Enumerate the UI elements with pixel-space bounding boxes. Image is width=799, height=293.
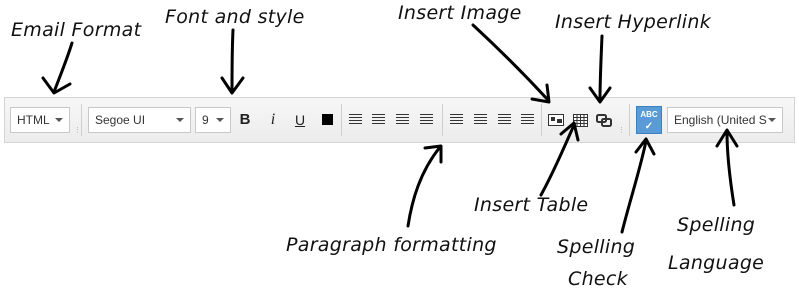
separator: [442, 104, 443, 136]
spelling-language-dropdown[interactable]: English (United S: [667, 107, 783, 133]
chevron-down-icon: [768, 118, 776, 122]
separator: [541, 104, 542, 136]
font-family-dropdown[interactable]: Segoe UI: [88, 107, 191, 133]
arrowhead-icon: [41, 76, 72, 95]
annotation-insert-hyperlink: Insert Hyperlink: [555, 11, 712, 33]
separator: [81, 104, 82, 136]
insert-hyperlink-button[interactable]: [592, 107, 616, 133]
annotation-font-and-style: Font and style: [165, 6, 305, 28]
spell-check-button[interactable]: ABC ✓: [636, 106, 662, 134]
bullet-list-button[interactable]: [367, 107, 391, 133]
grip-icon: ⋮: [74, 127, 81, 134]
bullet-list-icon: [372, 114, 385, 125]
insert-table-button[interactable]: [568, 107, 592, 133]
separator: [629, 104, 630, 136]
indent-icon: [396, 114, 409, 125]
annotation-email-format: Email Format: [11, 19, 142, 41]
annotation-insert-image: Insert Image: [398, 2, 522, 24]
insert-image-icon: [548, 114, 564, 126]
arrow-email-format: [52, 41, 74, 94]
insert-hyperlink-icon: [596, 114, 612, 127]
arrowhead-icon: [220, 76, 245, 95]
align-right-icon: [498, 114, 511, 125]
annotation-paragraph-formatting: Paragraph formatting: [286, 234, 497, 256]
align-left-icon: [450, 114, 463, 125]
text-color-button[interactable]: [315, 107, 339, 133]
grip-icon: ⋮: [618, 127, 625, 134]
separator: [341, 104, 342, 136]
arrowhead-icon: [423, 144, 443, 164]
annotation-spelling-language-line2: Language: [668, 252, 765, 274]
spelling-language-value: English (United S: [674, 113, 767, 127]
outdent-button[interactable]: [415, 107, 439, 133]
annotation-spelling-language-line1: Spelling: [677, 214, 756, 236]
spell-check-label: ABC: [640, 110, 658, 119]
italic-button[interactable]: i: [261, 107, 285, 133]
font-family-value: Segoe UI: [95, 113, 146, 127]
numbered-list-button[interactable]: [344, 107, 368, 133]
align-center-icon: [474, 114, 487, 125]
numbered-list-icon: [349, 114, 362, 125]
align-center-button[interactable]: [469, 107, 493, 133]
chevron-down-icon: [176, 118, 184, 122]
bold-button[interactable]: B: [233, 107, 257, 133]
arrow-insert-image: [471, 23, 550, 102]
insert-table-icon: [572, 114, 588, 127]
font-size-value: 9: [202, 113, 209, 127]
annotation-spelling-check-line1: Spelling: [557, 236, 636, 258]
align-right-button[interactable]: [493, 107, 517, 133]
indent-button[interactable]: [391, 107, 415, 133]
font-size-dropdown[interactable]: 9: [195, 107, 231, 133]
underline-button[interactable]: U: [288, 107, 312, 133]
annotation-spelling-check-line2: Check: [568, 268, 628, 290]
chevron-down-icon: [55, 118, 63, 122]
insert-image-button[interactable]: [544, 107, 568, 133]
email-format-dropdown[interactable]: HTML: [10, 107, 70, 133]
spell-check-icon: ✓: [644, 121, 654, 132]
annotation-insert-table: Insert Table: [474, 194, 589, 216]
email-format-value: HTML: [17, 113, 50, 127]
arrow-paragraph-formatting: [406, 145, 442, 228]
arrow-font-and-style: [230, 28, 235, 94]
chevron-down-icon: [216, 118, 224, 122]
text-color-swatch: [321, 114, 333, 125]
arrow-spelling-check: [620, 139, 648, 234]
justify-icon: [521, 114, 534, 125]
align-left-button[interactable]: [445, 107, 469, 133]
arrow-insert-hyperlink: [598, 34, 604, 102]
outdent-icon: [420, 114, 433, 125]
editor-toolbar: HTML ⋮ Segoe UI 9 B i U ⋮ ABC ✓ English …: [4, 97, 795, 143]
justify-button[interactable]: [516, 107, 540, 133]
